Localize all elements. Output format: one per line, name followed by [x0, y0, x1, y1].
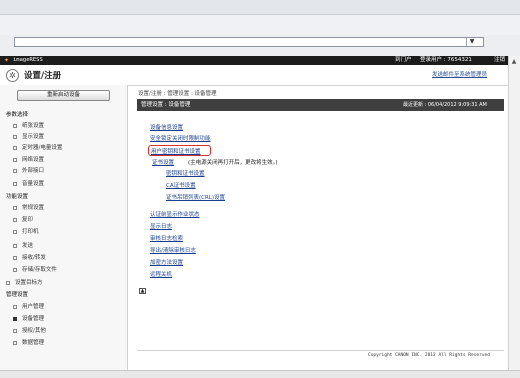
page-title: 设置/注册 [24, 71, 62, 81]
sidebar-item-device-management[interactable]: 设备管理 [13, 314, 44, 322]
bullet-icon [13, 181, 17, 186]
link-ca-cert[interactable]: CA证书设置 [166, 181, 196, 189]
footer-divider [137, 350, 504, 351]
bullet-icon [13, 205, 17, 210]
bullet-icon [13, 243, 17, 248]
link-device-info[interactable]: 设备信息设置 [150, 123, 183, 131]
cert-note: (主电源关闭再打开后，更改将生效。) [188, 160, 278, 166]
sidebar-item-external[interactable]: 外部接口 [13, 166, 44, 174]
sidebar-item-printer[interactable]: 打印机 [13, 227, 39, 235]
link-export-audit-log[interactable]: 导出/清除审核日志 [150, 246, 196, 254]
sidebar-item-copy[interactable]: 复印 [13, 215, 33, 223]
link-auth-display[interactable]: 认证前显示作业状态 [150, 210, 200, 218]
address-bar[interactable] [14, 37, 484, 47]
link-remote-off[interactable]: 远程关机 [150, 270, 172, 278]
bullet-icon [13, 267, 17, 272]
page-title-bar: ✲ 设置/注册 发送邮件至系统管理员 [0, 65, 508, 86]
sidebar-section-preferences: 参数选择 [6, 112, 29, 118]
sidebar-item-paper[interactable]: 纸张设置 [13, 121, 44, 129]
sidebar-item-network[interactable]: 网络设置 [13, 155, 44, 163]
bullet-icon [13, 229, 17, 234]
sidebar-item-receive-forward[interactable]: 接收/转发 [13, 253, 46, 261]
link-security-shutdown[interactable]: 安全锁定关闭时限制功能 [150, 134, 211, 142]
portal-link[interactable]: 到门户 [395, 56, 412, 65]
sidebar-section-functions: 功能设置 [6, 194, 29, 200]
sidebar-item-user-management[interactable]: 用户管理 [13, 302, 44, 310]
bullet-icon [13, 123, 17, 128]
sidebar-item-destination[interactable]: 设置目标方 [6, 278, 43, 286]
link-cert-settings[interactable]: 证书设置 [152, 158, 174, 166]
page-top-icon[interactable]: ▲ [139, 288, 146, 294]
bullet-icon [13, 316, 17, 321]
dropdown-arrow-icon[interactable]: ▼ [466, 38, 477, 46]
bullet-icon [13, 328, 17, 333]
sidebar: 重新启动设备 参数选择 纸张设置 显示设置 定时器/电量设置 网络设置 外部接口… [0, 85, 128, 370]
logout-link[interactable]: 注销 [494, 56, 505, 65]
link-key-cert[interactable]: 密钥和证书设置 [166, 169, 205, 177]
restart-device-button[interactable]: 重新启动设备 [17, 90, 110, 101]
browser-title-bar [0, 0, 520, 15]
scrollbar[interactable] [508, 56, 520, 370]
last-update: 最近更新 : 06/04/2012 9:09:31 AM [403, 102, 487, 108]
sidebar-item-timer[interactable]: 定时器/电量设置 [13, 143, 62, 151]
login-user: 登录用户 : 7654321 [420, 57, 472, 63]
canon-logo-icon: ✦ [4, 57, 10, 64]
sidebar-item-volume[interactable]: 音量设置 [13, 179, 44, 187]
sidebar-item-license[interactable]: 授权/其他 [13, 326, 46, 334]
sidebar-section-management: 管理设置 [6, 292, 29, 298]
gear-icon: ✲ [6, 69, 19, 82]
bullet-icon [13, 145, 17, 150]
link-crl[interactable]: 证书吊销列表(CRL)设置 [166, 193, 225, 201]
browser-toolbar [0, 15, 520, 35]
sidebar-item-general[interactable]: 常规设置 [13, 203, 44, 211]
mail-admin-link[interactable]: 发送邮件至系统管理员 [432, 70, 487, 78]
bullet-icon [13, 134, 17, 139]
link-display-log[interactable]: 显示日志 [150, 222, 172, 230]
bullet-icon [13, 157, 17, 162]
bullet-icon [6, 280, 10, 285]
breadcrumb: 设置/注册 : 管理设置 : 设备管理 [138, 91, 217, 97]
scroll-up-icon[interactable]: ▲ [510, 58, 518, 66]
link-audit-log[interactable]: 审核日志检索 [150, 234, 183, 242]
bullet-icon [13, 304, 17, 309]
link-encryption[interactable]: 加密方法设置 [150, 258, 183, 266]
bullet-icon [13, 255, 17, 260]
sidebar-item-send[interactable]: 发送 [13, 241, 33, 249]
bullet-icon [13, 168, 17, 173]
content-header: 管理设置 : 设备管理 最近更新 : 06/04/2012 9:09:31 AM [137, 99, 504, 111]
sidebar-item-display[interactable]: 显示设置 [13, 132, 44, 140]
sidebar-item-store-access[interactable]: 存储/存取文件 [13, 265, 57, 273]
brand-name: imageRESS [13, 57, 43, 63]
sidebar-item-data-management[interactable]: 数据管理 [13, 338, 44, 346]
highlight-box [148, 145, 211, 156]
bullet-icon [13, 217, 17, 222]
content-title: 管理设置 : 设备管理 [141, 102, 191, 108]
bullet-icon [13, 340, 17, 345]
app-header: ✦ imageRESS 到门户 登录用户 : 7654321 注销 [0, 56, 508, 65]
copyright: Copyright CANON INC. 2012 All Rights Res… [368, 353, 490, 358]
